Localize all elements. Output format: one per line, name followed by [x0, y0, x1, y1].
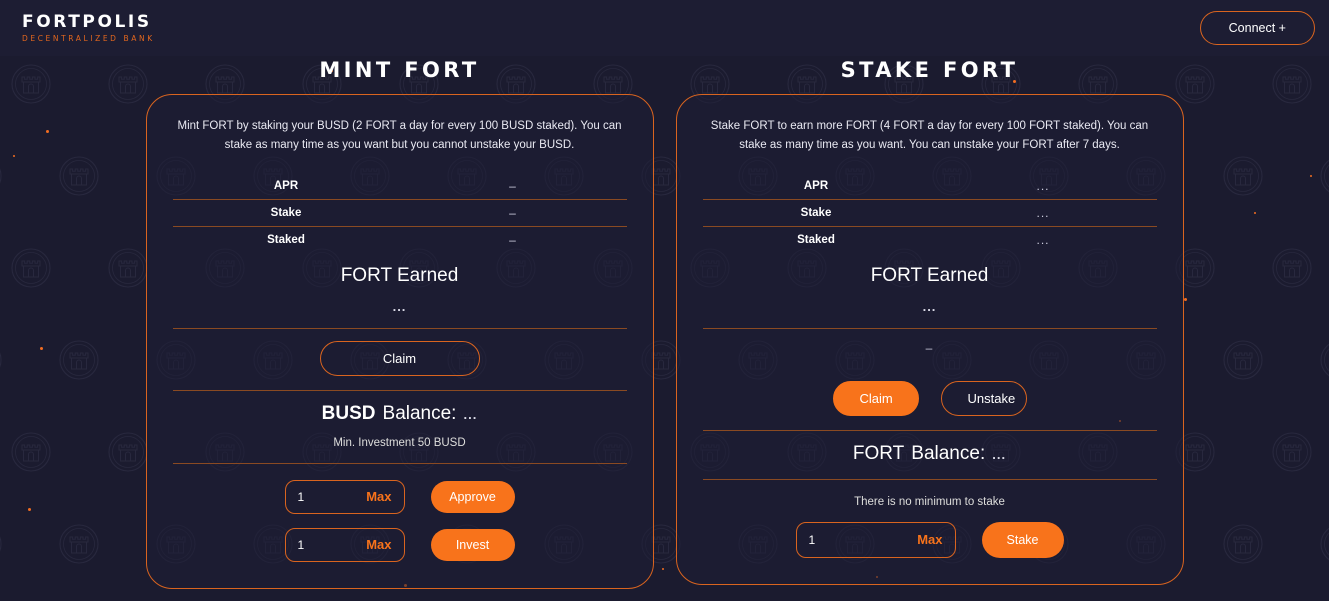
stake-max-button[interactable]: Max [917, 532, 942, 547]
mint-invest-amount-input[interactable] [297, 537, 358, 552]
top-navigation-bar: FORTPOLIS DECENTRALIZED BANK Connect + [0, 0, 1329, 56]
stake-fort-title: STAKE FORT [840, 58, 1019, 82]
table-row: Stake – [172, 200, 627, 227]
stat-label-staked: Staked [797, 233, 835, 246]
mint-input-block: Max Approve Max Invest [173, 464, 627, 562]
brand-logo: FORTPOLIS DECENTRALIZED BANK [22, 11, 155, 43]
mint-earned-value: ... [392, 298, 407, 314]
mint-claim-section: Claim [172, 329, 627, 391]
mint-fort-title: MINT FORT [319, 58, 480, 82]
connect-wallet-button[interactable]: Connect + [1199, 11, 1315, 45]
stake-actions-section: Claim Unstake [702, 369, 1157, 431]
mint-balance-word: Balance: [382, 402, 457, 424]
stake-balance-token: FORT [852, 442, 905, 464]
unstake-button[interactable]: Unstake [940, 380, 1027, 416]
stake-stats-table: APR ... Stake ... Staked ... [702, 173, 1157, 253]
stake-pending-section: – [703, 329, 1157, 369]
stake-submit-button[interactable]: Stake [981, 521, 1064, 558]
mint-earned-title: FORT Earned [340, 264, 459, 286]
mint-fort-card: Mint FORT by staking your BUSD (2 FORT a… [145, 94, 654, 589]
stake-balance-value: ... [992, 446, 1007, 462]
mint-approve-amount-field[interactable]: Max [284, 479, 405, 514]
table-row: Staked ... [703, 227, 1157, 253]
mint-invest-row: Max Invest [284, 527, 515, 562]
mint-min-note: Min. Investment 50 BUSD [333, 436, 466, 449]
invest-button[interactable]: Invest [430, 528, 515, 561]
mint-approve-max-button[interactable]: Max [366, 489, 391, 504]
stake-balance-section: FORT Balance: ... [702, 431, 1157, 480]
table-row: APR ... [702, 173, 1157, 200]
stake-claim-button[interactable]: Claim [832, 380, 919, 416]
mint-balance-line: BUSD Balance: ... [322, 403, 478, 425]
main-content: MINT FORT Mint FORT by staking your BUSD… [0, 56, 1329, 601]
stake-earned-title: FORT Earned [870, 264, 989, 286]
stat-value-stake: ... [1036, 205, 1050, 220]
table-row: Stake ... [702, 200, 1157, 227]
stake-min-note: There is no minimum to stake [854, 495, 1005, 508]
stake-fort-card: Stake FORT to earn more FORT (4 FORT a d… [675, 94, 1184, 585]
mint-invest-max-button[interactable]: Max [366, 537, 391, 552]
brand-tagline: DECENTRALIZED BANK [22, 33, 155, 43]
mint-description: Mint FORT by staking your BUSD (2 FORT a… [177, 120, 622, 151]
stat-label-stake: Stake [270, 206, 302, 219]
stake-pending-value: – [925, 340, 934, 355]
stat-label-stake: Stake [800, 206, 832, 219]
mint-approve-amount-input[interactable] [297, 489, 358, 504]
stat-label-apr: APR [803, 179, 829, 192]
brand-name: FORTPOLIS [22, 11, 152, 32]
mint-stats-table: APR – Stake – Staked – [172, 173, 627, 253]
stake-earned-value: ... [922, 298, 937, 314]
stake-description: Stake FORT to earn more FORT (4 FORT a d… [710, 120, 1149, 151]
stat-value-staked: – [509, 232, 517, 247]
stake-earned-section: FORT Earned ... [702, 253, 1157, 329]
mint-balance-section: BUSD Balance: ... Min. Investment 50 BUS… [172, 391, 627, 464]
mint-earned-section: FORT Earned ... [172, 253, 627, 329]
stat-value-apr: ... [1036, 178, 1050, 193]
stake-fort-column: STAKE FORT Stake FORT to earn more FORT … [675, 58, 1184, 601]
table-row: Staked – [173, 227, 627, 253]
stake-amount-row: Max Stake [795, 521, 1064, 558]
mint-claim-button[interactable]: Claim [319, 340, 480, 376]
mint-balance-value: ... [463, 406, 478, 422]
stat-value-apr: – [509, 178, 517, 193]
stake-button-row: Claim Unstake [832, 380, 1027, 416]
stake-input-block: There is no minimum to stake Max Stake [703, 480, 1157, 558]
stat-value-stake: – [509, 205, 517, 220]
mint-invest-amount-field[interactable]: Max [284, 527, 405, 562]
stat-label-staked: Staked [267, 233, 305, 246]
table-row: APR – [172, 173, 627, 200]
mint-balance-token: BUSD [321, 402, 376, 424]
stat-label-apr: APR [273, 179, 299, 192]
mint-fort-column: MINT FORT Mint FORT by staking your BUSD… [145, 58, 654, 601]
stake-amount-input[interactable] [808, 532, 869, 547]
stake-balance-word: Balance: [911, 442, 986, 464]
mint-approve-row: Max Approve [284, 479, 515, 514]
approve-button[interactable]: Approve [430, 480, 515, 513]
stake-balance-line: FORT Balance: ... [853, 443, 1006, 465]
stake-amount-field[interactable]: Max [795, 521, 956, 558]
stat-value-staked: ... [1036, 232, 1050, 247]
